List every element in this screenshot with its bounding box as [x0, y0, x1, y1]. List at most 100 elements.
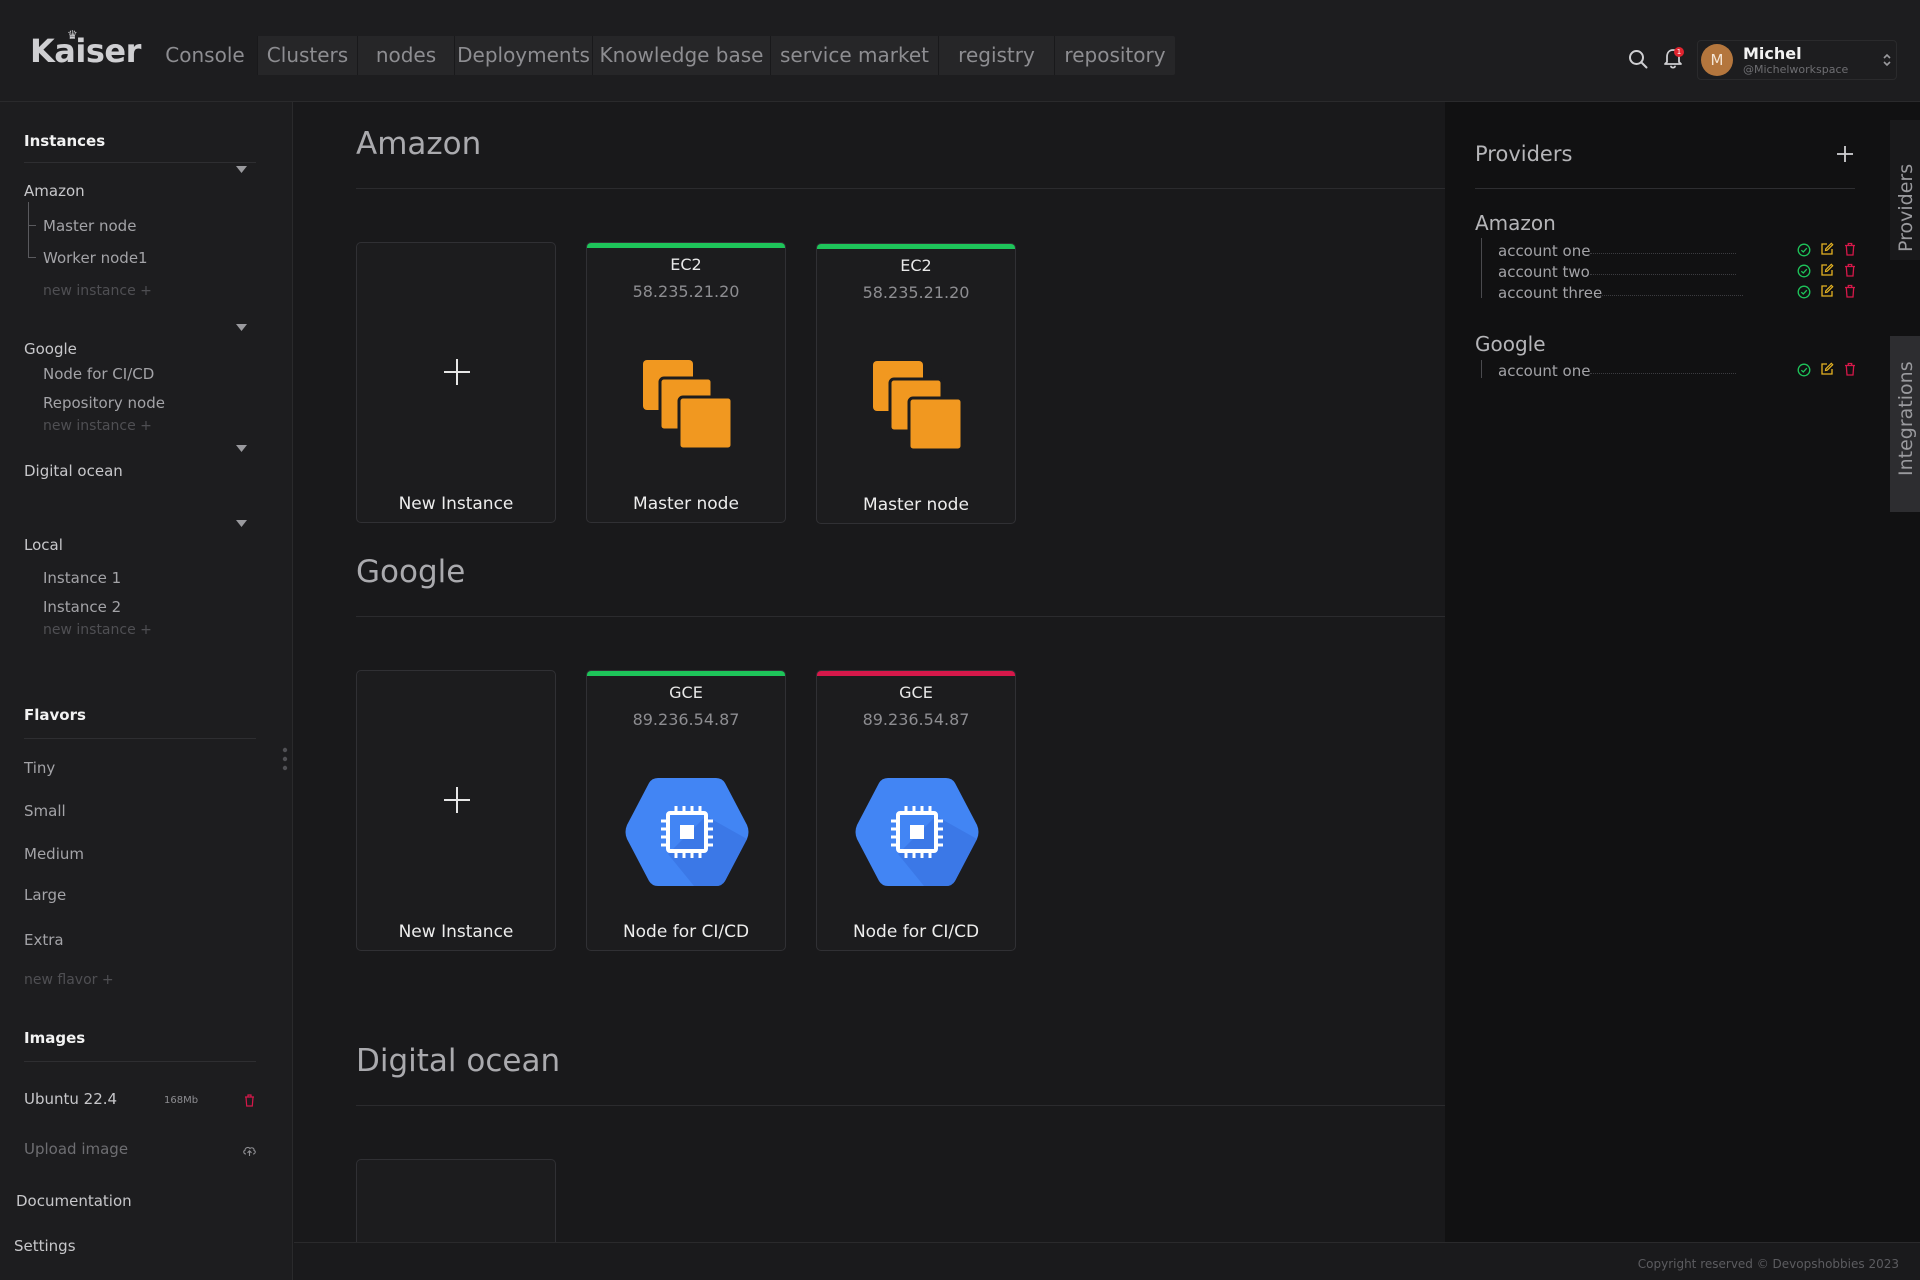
tab-clusters[interactable]: Clusters: [258, 36, 358, 75]
footer: Copyright reserved © Devopshobbies 2023: [294, 1242, 1920, 1280]
instance-type: GCE: [899, 683, 933, 702]
sidebar-item-instance-1[interactable]: Instance 1: [43, 569, 121, 587]
cloud-upload-icon[interactable]: [242, 1144, 257, 1157]
status-strip: [817, 244, 1015, 249]
sidebar-item-instance-2[interactable]: Instance 2: [43, 598, 121, 616]
add-provider-icon[interactable]: [1836, 145, 1854, 163]
providers-title: Providers: [1475, 142, 1573, 166]
tree-line: [1481, 360, 1482, 378]
instance-ip: 58.235.21.20: [632, 282, 740, 301]
provider-account[interactable]: account one: [1498, 242, 1590, 260]
sidebar-group-digital-ocean[interactable]: Digital ocean: [24, 462, 123, 480]
provider-account[interactable]: account three: [1498, 284, 1602, 302]
caret-down-icon[interactable]: [236, 445, 247, 452]
new-instance-card[interactable]: [356, 1159, 556, 1242]
section-title-amazon: Amazon: [356, 126, 482, 162]
edit-icon[interactable]: [1820, 284, 1834, 298]
flavors-heading: Flavors: [24, 706, 86, 724]
check-circle-icon[interactable]: [1797, 264, 1811, 278]
edit-icon[interactable]: [1820, 263, 1834, 277]
tree-line: [28, 202, 29, 258]
tree-line: [28, 257, 36, 258]
card-label: Master node: [633, 494, 739, 514]
new-instance-link[interactable]: new instance +: [43, 622, 152, 638]
tab-console[interactable]: Console: [153, 36, 258, 75]
search-icon[interactable]: [1628, 49, 1648, 69]
caret-down-icon[interactable]: [236, 520, 247, 527]
documentation-link[interactable]: Documentation: [16, 1192, 132, 1210]
trash-icon[interactable]: [1843, 263, 1857, 277]
provider-account[interactable]: account two: [1498, 263, 1590, 281]
new-instance-link[interactable]: new instance +: [43, 418, 152, 434]
sidebar-group-amazon[interactable]: Amazon: [24, 182, 85, 200]
edit-icon[interactable]: [1820, 242, 1834, 256]
edit-icon[interactable]: [1820, 362, 1834, 376]
image-name[interactable]: Ubuntu 22.4: [24, 1090, 117, 1108]
check-circle-icon[interactable]: [1797, 243, 1811, 257]
trash-icon[interactable]: [244, 1094, 255, 1107]
flavor-medium[interactable]: Medium: [24, 845, 84, 863]
copyright-text: Copyright reserved © Devopshobbies 2023: [1637, 1257, 1899, 1271]
sidebar-item-node-for-cicd[interactable]: Node for CI/CD: [43, 365, 154, 383]
sidebar-group-google[interactable]: Google: [24, 340, 77, 358]
chevron-updown-icon: [1883, 53, 1891, 67]
sidebar-item-worker-node1[interactable]: Worker node1: [43, 249, 148, 267]
sidebar-item-repository-node[interactable]: Repository node: [43, 394, 165, 412]
tab-service-market[interactable]: service market: [771, 36, 939, 75]
providers-panel: Providers Amazon account one account two…: [1445, 102, 1890, 1242]
rail-tab-providers[interactable]: Providers: [1890, 120, 1920, 260]
new-instance-card[interactable]: New Instance: [356, 242, 556, 523]
tab-deployments[interactable]: Deployments: [455, 36, 593, 75]
provider-account[interactable]: account one: [1498, 362, 1590, 380]
instance-ip: 89.236.54.87: [862, 710, 970, 729]
plus-icon: [444, 787, 470, 813]
tab-nodes[interactable]: nodes: [358, 36, 455, 75]
main-nav: Console Clusters nodes Deployments Knowl…: [153, 36, 1175, 75]
instance-card[interactable]: GCE 89.236.54.87 Node for CI/CD: [586, 670, 786, 951]
crown-icon: ♛: [67, 28, 78, 42]
dotted-leader: [1590, 253, 1736, 254]
user-menu[interactable]: M Michel @Michelworkspace: [1697, 40, 1897, 80]
resize-handle-icon[interactable]: [282, 747, 288, 771]
instance-card[interactable]: EC2 58.235.21.20 Master node: [586, 242, 786, 523]
instance-card[interactable]: GCE 89.236.54.87 Node for CI/CD: [816, 670, 1016, 951]
instance-card[interactable]: EC2 58.235.21.20 Master node: [816, 243, 1016, 524]
provider-group-google: Google: [1475, 332, 1546, 356]
image-size: 168Mb: [164, 1095, 199, 1106]
settings-link[interactable]: Settings: [14, 1237, 76, 1255]
tree-line: [1481, 238, 1482, 298]
sidebar-group-local[interactable]: Local: [24, 536, 63, 554]
check-circle-icon[interactable]: [1797, 363, 1811, 377]
images-heading: Images: [24, 1029, 86, 1047]
flavor-small[interactable]: Small: [24, 802, 66, 820]
new-instance-link[interactable]: new instance +: [43, 283, 152, 299]
check-circle-icon[interactable]: [1797, 285, 1811, 299]
sidebar: Instances Amazon Master node Worker node…: [0, 102, 293, 1280]
caret-down-icon[interactable]: [236, 166, 247, 173]
card-label: New Instance: [398, 922, 514, 942]
upload-image-link[interactable]: Upload image: [24, 1140, 128, 1158]
app-logo[interactable]: Kaiser ♛: [30, 28, 141, 70]
tab-registry[interactable]: registry: [939, 36, 1055, 75]
trash-icon[interactable]: [1843, 362, 1857, 376]
trash-icon[interactable]: [1843, 242, 1857, 256]
rail-tab-integrations[interactable]: Integrations: [1890, 336, 1920, 512]
section-title-google: Google: [356, 554, 466, 590]
caret-down-icon[interactable]: [236, 324, 247, 331]
card-label: New Instance: [398, 494, 514, 514]
sidebar-item-master-node[interactable]: Master node: [43, 217, 136, 235]
status-strip: [587, 243, 785, 248]
ec2-instances-icon: [873, 361, 964, 452]
flavor-extra[interactable]: Extra: [24, 931, 64, 949]
new-instance-card[interactable]: New Instance: [356, 670, 556, 951]
dotted-leader: [1597, 295, 1743, 296]
trash-icon[interactable]: [1843, 284, 1857, 298]
flavor-tiny[interactable]: Tiny: [24, 759, 55, 777]
new-flavor-link[interactable]: new flavor +: [24, 972, 114, 988]
tab-knowledge-base[interactable]: Knowledge base: [593, 36, 771, 75]
section-divider: [356, 1105, 1506, 1106]
flavor-large[interactable]: Large: [24, 886, 66, 904]
user-workspace: @Michelworkspace: [1743, 63, 1849, 76]
tab-repository[interactable]: repository: [1055, 36, 1175, 75]
top-bar: Kaiser ♛ Console Clusters nodes Deployme…: [0, 0, 1920, 102]
